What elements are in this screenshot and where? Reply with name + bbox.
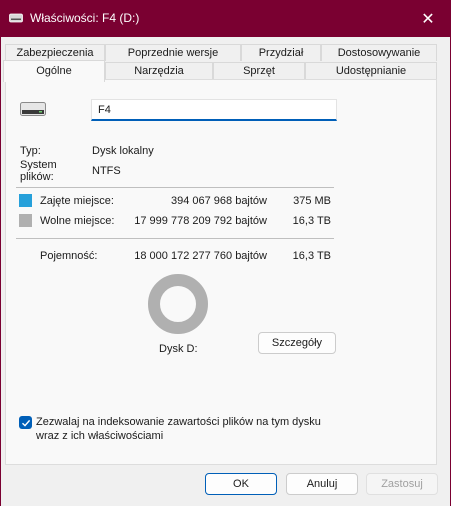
tab-general[interactable]: Ogólne <box>3 60 105 82</box>
close-button[interactable]: ✕ <box>405 0 451 37</box>
free-space-bytes: 17 999 778 209 792 bajtów <box>134 215 267 227</box>
tab-security[interactable]: Zabezpieczenia <box>5 44 105 61</box>
window-title: Właściwości: F4 (D:) <box>30 11 140 25</box>
drive-name-input[interactable] <box>91 99 337 121</box>
index-checkbox[interactable] <box>19 416 32 429</box>
used-space-label: Zajęte miejsce: <box>40 195 114 207</box>
capacity-bytes: 18 000 172 277 760 bajtów <box>134 250 267 262</box>
usage-donut-chart <box>148 274 208 334</box>
index-label-line1[interactable]: Zezwalaj na indeksowanie zawartości plik… <box>36 416 321 428</box>
free-space-swatch <box>19 214 32 227</box>
tab-tools[interactable]: Narzędzia <box>105 62 213 79</box>
index-label-line2[interactable]: wraz z ich właściwościami <box>36 430 163 442</box>
used-space-short: 375 MB <box>293 195 331 207</box>
filesystem-label-line2: plików: <box>20 171 54 183</box>
general-panel <box>5 79 437 465</box>
title-bar: Właściwości: F4 (D:) ✕ <box>0 0 451 37</box>
filesystem-value: NTFS <box>92 165 121 177</box>
free-space-label: Wolne miejsce: <box>40 215 115 227</box>
tab-previous-versions[interactable]: Poprzednie wersje <box>105 44 241 61</box>
checkmark-icon <box>21 419 30 427</box>
apply-button[interactable]: Zastosuj <box>366 473 438 495</box>
used-space-bytes: 394 067 968 bajtów <box>170 195 267 207</box>
hard-drive-icon <box>20 102 46 116</box>
capacity-label: Pojemność: <box>40 250 98 262</box>
close-icon: ✕ <box>421 10 435 28</box>
tab-sharing[interactable]: Udostępnianie <box>305 62 437 79</box>
cancel-button[interactable]: Anuluj <box>286 473 358 495</box>
used-space-swatch <box>19 194 32 207</box>
separator <box>16 238 334 239</box>
tab-quota[interactable]: Przydział <box>241 44 321 61</box>
tab-hardware[interactable]: Sprzęt <box>213 62 305 79</box>
details-button[interactable]: Szczegóły <box>258 332 336 354</box>
donut-free-ring <box>148 274 208 334</box>
filesystem-label-line1: System <box>20 159 57 171</box>
ok-button[interactable]: OK <box>205 473 277 495</box>
free-space-short: 16,3 TB <box>292 215 331 227</box>
tab-customize[interactable]: Dostosowywanie <box>321 44 437 61</box>
separator <box>16 187 334 188</box>
disk-label: Dysk D: <box>159 343 198 355</box>
capacity-short: 16,3 TB <box>292 250 331 262</box>
drive-icon <box>9 13 23 23</box>
type-value: Dysk lokalny <box>92 145 154 157</box>
type-label: Typ: <box>20 145 41 157</box>
